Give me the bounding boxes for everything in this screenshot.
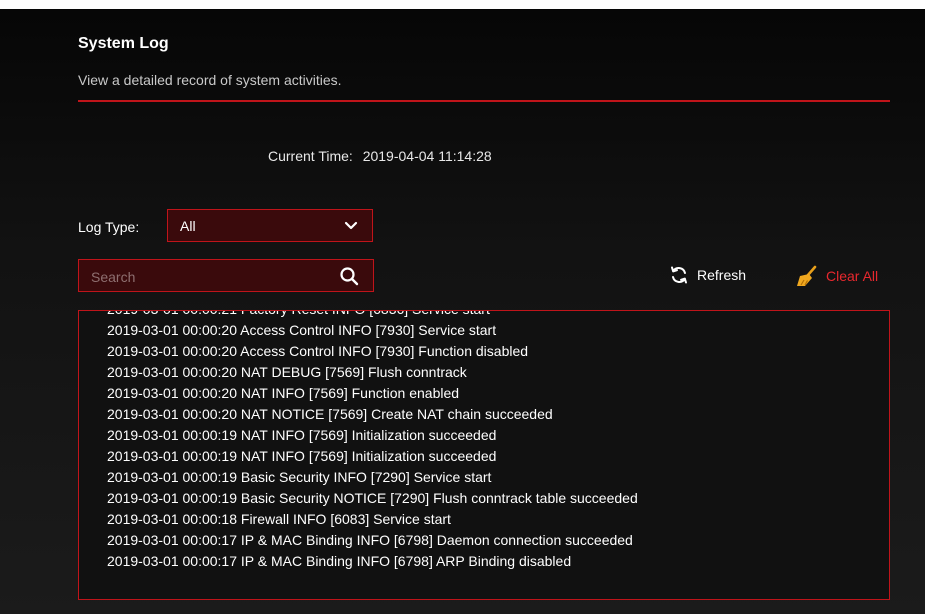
log-type-select[interactable]: All <box>167 209 373 242</box>
log-entry: 2019-03-01 00:00:19 NAT INFO [7569] Init… <box>107 448 497 464</box>
refresh-button[interactable]: Refresh <box>669 265 746 285</box>
log-entry: 2019-03-01 00:00:17 IP & MAC Binding INF… <box>107 532 633 548</box>
current-time-label: Current Time: <box>268 148 353 164</box>
clear-all-button[interactable]: Clear All <box>795 265 878 287</box>
log-entry: 2019-03-01 00:00:20 NAT INFO [7569] Func… <box>107 385 460 401</box>
log-entry: 2019-03-01 00:00:20 Access Control INFO … <box>107 343 529 359</box>
search-box <box>78 259 374 292</box>
current-time-value: 2019-04-04 11:14:28 <box>362 148 492 164</box>
log-entry: 2019-03-01 00:00:20 NAT DEBUG [7569] Flu… <box>107 364 467 380</box>
log-list: 2019-03-01 00:00:21 Factory Reset INFO [… <box>107 311 638 572</box>
log-list-container[interactable]: 2019-03-01 00:00:21 Factory Reset INFO [… <box>78 310 890 600</box>
search-input[interactable] <box>89 266 333 288</box>
log-entry: 2019-03-01 00:00:19 NAT INFO [7569] Init… <box>107 427 497 443</box>
log-entry: 2019-03-01 00:00:21 Factory Reset INFO [… <box>107 311 638 320</box>
log-entry: 2019-03-01 00:00:20 Access Control INFO … <box>107 322 497 338</box>
log-type-selected-value: All <box>180 218 196 234</box>
refresh-icon <box>671 266 687 284</box>
search-icon[interactable] <box>339 266 359 286</box>
chevron-down-icon <box>344 221 358 230</box>
log-entry: 2019-03-01 00:00:19 Basic Security NOTIC… <box>107 490 638 506</box>
page-subtitle: View a detailed record of system activit… <box>78 72 342 88</box>
log-entry: 2019-03-01 00:00:20 NAT NOTICE [7569] Cr… <box>107 406 553 422</box>
refresh-label: Refresh <box>697 267 747 283</box>
system-log-panel: System Log View a detailed record of sys… <box>0 9 925 614</box>
clear-all-label: Clear All <box>826 268 879 284</box>
log-entry: 2019-03-01 00:00:19 Basic Security INFO … <box>107 469 492 485</box>
log-entry: 2019-03-01 00:00:18 Firewall INFO [6083]… <box>107 511 451 527</box>
log-entry: 2019-03-01 00:00:17 IP & MAC Binding INF… <box>107 553 572 569</box>
title-divider <box>78 100 890 102</box>
current-time-row: Current Time: 2019-04-04 11:14:28 <box>268 148 492 164</box>
log-type-label: Log Type: <box>78 219 140 235</box>
page-title: System Log <box>78 35 169 52</box>
broom-icon <box>797 265 817 286</box>
